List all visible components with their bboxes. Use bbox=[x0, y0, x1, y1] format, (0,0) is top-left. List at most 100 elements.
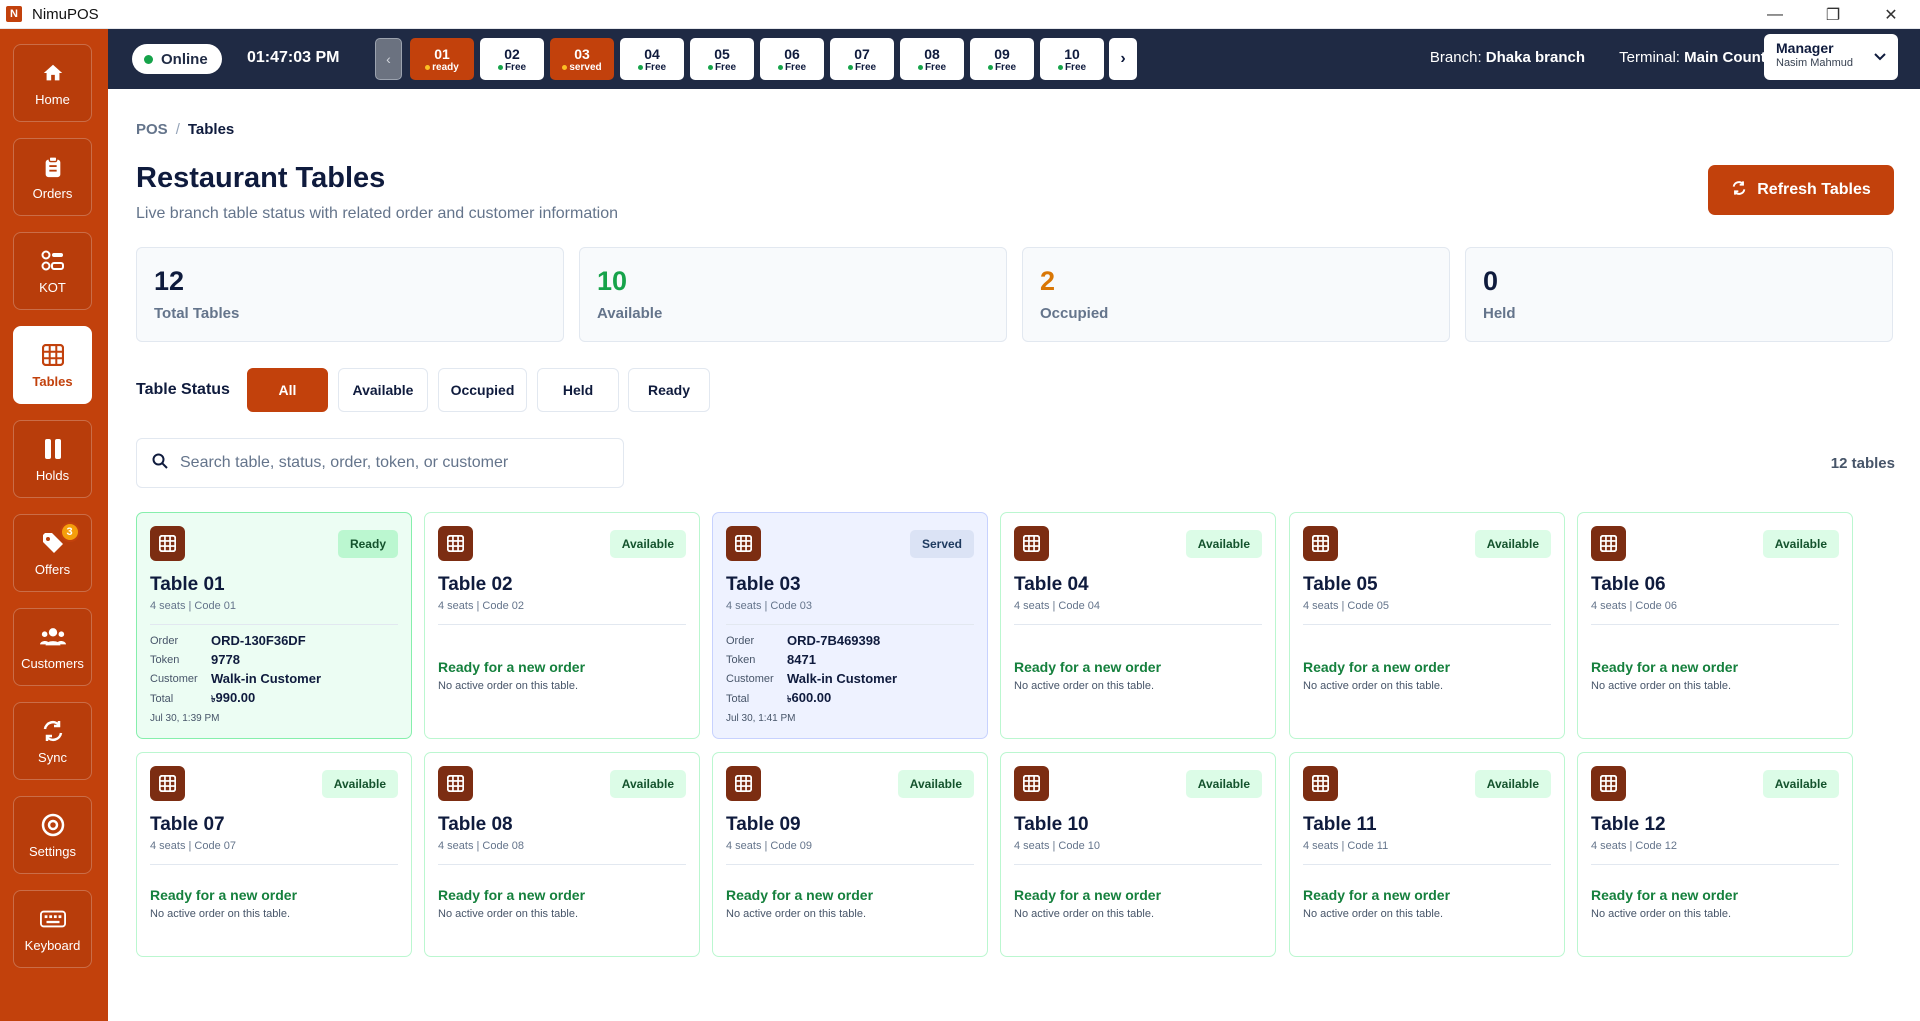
total-label: Total bbox=[726, 692, 750, 705]
branch-label: Branch: bbox=[1429, 49, 1482, 66]
divider bbox=[726, 864, 974, 865]
user-role: Manager bbox=[1776, 40, 1834, 56]
sidebar-item-label: Home bbox=[35, 91, 70, 107]
sidebar-item-holds[interactable]: Holds bbox=[13, 420, 92, 498]
table-tab-06[interactable]: 06 Free bbox=[760, 38, 824, 80]
table-tab-09[interactable]: 09 Free bbox=[970, 38, 1034, 80]
table-grid-icon bbox=[1591, 766, 1626, 801]
tabs-next-button[interactable]: › bbox=[1109, 38, 1137, 80]
sidebar-item-keyboard[interactable]: Keyboard bbox=[13, 890, 92, 968]
table-name: Table 02 bbox=[438, 574, 513, 595]
table-tab-number: 09 bbox=[994, 45, 1010, 62]
refresh-icon bbox=[1731, 180, 1747, 201]
tag-icon: 3 bbox=[40, 521, 80, 556]
table-meta: 4 seats | Code 12 bbox=[1591, 840, 1678, 852]
breadcrumb: POS / Tables bbox=[136, 121, 234, 138]
table-card-12[interactable]: Available Table 12 4 seats | Code 12 Rea… bbox=[1577, 752, 1853, 957]
table-card-11[interactable]: Available Table 11 4 seats | Code 11 Rea… bbox=[1289, 752, 1565, 957]
table-tab-07[interactable]: 07 Free bbox=[830, 38, 894, 80]
table-card-09[interactable]: Available Table 09 4 seats | Code 09 Rea… bbox=[712, 752, 988, 957]
table-tab-04[interactable]: 04 Free bbox=[620, 38, 684, 80]
table-name: Table 08 bbox=[438, 814, 513, 835]
sidebar-item-customers[interactable]: Customers bbox=[13, 608, 92, 686]
table-tab-08[interactable]: 08 Free bbox=[900, 38, 964, 80]
table-tab-number: 02 bbox=[504, 45, 520, 62]
sidebar-item-label: Holds bbox=[35, 467, 70, 483]
table-card-06[interactable]: Available Table 06 4 seats | Code 06 Rea… bbox=[1577, 512, 1853, 739]
offers-count-badge: 3 bbox=[59, 521, 80, 542]
restore-button[interactable]: ❐ bbox=[1804, 0, 1862, 29]
table-tab-number: 10 bbox=[1064, 45, 1080, 62]
table-card-04[interactable]: Available Table 04 4 seats | Code 04 Rea… bbox=[1000, 512, 1276, 739]
sidebar-item-sync[interactable]: Sync bbox=[13, 702, 92, 780]
status-badge: Available bbox=[1762, 770, 1839, 798]
table-card-05[interactable]: Available Table 05 4 seats | Code 05 Rea… bbox=[1289, 512, 1565, 739]
close-button[interactable]: ✕ bbox=[1862, 0, 1920, 29]
sidebar-item-home[interactable]: Home bbox=[13, 44, 92, 122]
settings-icon bbox=[40, 812, 66, 838]
stat-card-available: 10 Available bbox=[579, 247, 1007, 342]
status-dot-icon bbox=[847, 64, 853, 70]
table-card-03[interactable]: Served Table 03 4 seats | Code 03 Order O… bbox=[712, 512, 988, 739]
status-badge: Available bbox=[1474, 530, 1551, 558]
sidebar-item-tables[interactable]: Tables bbox=[13, 326, 92, 404]
table-meta: 4 seats | Code 03 bbox=[726, 600, 813, 612]
divider bbox=[1303, 624, 1551, 625]
divider bbox=[726, 624, 974, 625]
stat-label: Available bbox=[597, 305, 663, 322]
table-card-08[interactable]: Available Table 08 4 seats | Code 08 Rea… bbox=[424, 752, 700, 957]
table-meta: 4 seats | Code 04 bbox=[1014, 600, 1101, 612]
status-badge: Available bbox=[1185, 770, 1262, 798]
table-tab-status: Free bbox=[497, 62, 526, 73]
free-title: Ready for a new order bbox=[438, 887, 586, 903]
table-name: Table 12 bbox=[1591, 814, 1666, 835]
sidebar-item-label: Keyboard bbox=[24, 937, 81, 953]
status-badge: Available bbox=[609, 770, 686, 798]
table-card-01[interactable]: Ready Table 01 4 seats | Code 01 Order OR… bbox=[136, 512, 412, 739]
sidebar-item-offers[interactable]: 3 Offers bbox=[13, 514, 92, 592]
table-tab-status: Free bbox=[637, 62, 666, 73]
sidebar-item-settings[interactable]: Settings bbox=[13, 796, 92, 874]
search-input[interactable] bbox=[180, 454, 600, 472]
filter-occupied-button[interactable]: Occupied bbox=[438, 368, 527, 412]
table-tab-05[interactable]: 05 Free bbox=[690, 38, 754, 80]
filter-all-button[interactable]: All bbox=[247, 368, 328, 412]
sidebar-item-orders[interactable]: Orders bbox=[13, 138, 92, 216]
table-tab-status: Free bbox=[917, 62, 946, 73]
filter-ready-button[interactable]: Ready bbox=[628, 368, 710, 412]
branch-value: Dhaka branch bbox=[1485, 49, 1585, 66]
search-box bbox=[136, 438, 624, 488]
chevron-down-icon bbox=[1874, 48, 1886, 64]
divider bbox=[438, 864, 686, 865]
breadcrumb-separator: / bbox=[175, 121, 180, 138]
chevron-left-icon: ‹ bbox=[386, 51, 391, 67]
filter-available-button[interactable]: Available bbox=[338, 368, 428, 412]
breadcrumb-root[interactable]: POS bbox=[136, 121, 168, 138]
kot-icon bbox=[40, 248, 66, 274]
filter-held-button[interactable]: Held bbox=[537, 368, 619, 412]
table-tab-01[interactable]: 01 ready bbox=[410, 38, 474, 80]
status-badge: Ready bbox=[337, 530, 398, 558]
sidebar-item-kot[interactable]: KOT bbox=[13, 232, 92, 310]
table-tab-10[interactable]: 10 Free bbox=[1040, 38, 1104, 80]
table-meta: 4 seats | Code 11 bbox=[1303, 840, 1389, 852]
tabs-prev-button[interactable]: ‹ bbox=[375, 38, 402, 80]
table-tab-status: Free bbox=[777, 62, 806, 73]
table-card-02[interactable]: Available Table 02 4 seats | Code 02 Rea… bbox=[424, 512, 700, 739]
users-icon bbox=[39, 624, 66, 650]
table-tab-status: Free bbox=[987, 62, 1016, 73]
table-tab-03[interactable]: 03 served bbox=[550, 38, 614, 80]
order-id: ORD-130F36DF bbox=[211, 633, 306, 648]
free-title: Ready for a new order bbox=[1014, 887, 1162, 903]
minimize-button[interactable]: — bbox=[1746, 0, 1804, 29]
table-card-10[interactable]: Available Table 10 4 seats | Code 10 Rea… bbox=[1000, 752, 1276, 957]
free-title: Ready for a new order bbox=[1303, 887, 1451, 903]
divider bbox=[150, 624, 398, 625]
refresh-tables-button[interactable]: Refresh Tables bbox=[1708, 165, 1894, 215]
user-menu-button[interactable]: Manager Nasim Mahmud bbox=[1764, 34, 1898, 80]
table-meta: 4 seats | Code 05 bbox=[1303, 600, 1390, 612]
table-tab-02[interactable]: 02 Free bbox=[480, 38, 544, 80]
status-dot-icon bbox=[987, 64, 993, 70]
table-name: Table 01 bbox=[150, 574, 225, 595]
table-card-07[interactable]: Available Table 07 4 seats | Code 07 Rea… bbox=[136, 752, 412, 957]
